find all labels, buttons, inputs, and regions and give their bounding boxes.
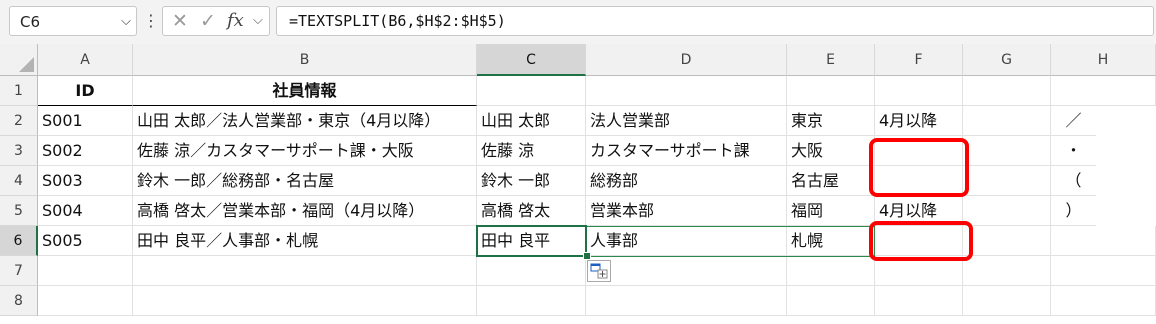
column-header-d[interactable]: D xyxy=(586,44,787,76)
cell-b5[interactable]: 高橋 啓太／営業本部・福岡（4月以降） xyxy=(133,196,477,226)
column-header-e[interactable]: E xyxy=(787,44,875,76)
cell-a2[interactable]: S001 xyxy=(38,106,133,136)
chevron-down-icon[interactable]: ⌵ xyxy=(253,7,263,35)
cell-e4[interactable]: 名古屋 xyxy=(787,166,875,196)
insert-function-button[interactable]: fx xyxy=(227,7,244,35)
active-cell-selection xyxy=(476,225,587,257)
cell-e7[interactable] xyxy=(787,256,875,286)
cell-c7[interactable] xyxy=(477,256,586,286)
cell-a7[interactable] xyxy=(38,256,133,286)
cell-d3[interactable]: カスタマーサポート課 xyxy=(586,136,787,166)
cell-f8[interactable] xyxy=(875,286,963,316)
row-header-2[interactable]: 2 xyxy=(0,106,38,136)
header-cell-info[interactable]: 社員情報 xyxy=(133,76,477,106)
cell-e2[interactable]: 東京 xyxy=(787,106,875,136)
cell-e3[interactable]: 大阪 xyxy=(787,136,875,166)
cell-h5[interactable]: ） xyxy=(1051,196,1096,226)
cell-b8[interactable] xyxy=(133,286,477,316)
red-highlight-box xyxy=(869,138,969,197)
cell-a8[interactable] xyxy=(38,286,133,316)
cell-f2[interactable]: 4月以降 xyxy=(875,106,963,136)
cell-d4[interactable]: 総務部 xyxy=(586,166,787,196)
row-header-7[interactable]: 7 xyxy=(0,256,38,286)
cell-h2[interactable]: ／ xyxy=(1051,106,1096,136)
cell-a6[interactable]: S005 xyxy=(38,226,133,256)
spreadsheet-grid: A B C D E F G H 1 2 3 4 5 6 7 8 ID 社員情報 … xyxy=(0,44,1156,324)
cell-a5[interactable]: S004 xyxy=(38,196,133,226)
cell-d1[interactable] xyxy=(586,76,787,106)
select-all-button[interactable] xyxy=(0,44,38,76)
row-header-1[interactable]: 1 xyxy=(0,76,38,106)
row-header-8[interactable]: 8 xyxy=(0,286,38,316)
formula-controls: ✕ ✓ fx ⌵ xyxy=(162,6,270,36)
cell-e8[interactable] xyxy=(787,286,875,316)
cancel-icon[interactable]: ✕ xyxy=(172,7,188,35)
cell-g6[interactable] xyxy=(963,226,1051,256)
cell-g8[interactable] xyxy=(963,286,1051,316)
cell-d2[interactable]: 法人営業部 xyxy=(586,106,787,136)
row-header-6[interactable]: 6 xyxy=(0,226,38,256)
cell-c8[interactable] xyxy=(477,286,586,316)
cell-h7[interactable] xyxy=(1051,256,1156,286)
cell-c3[interactable]: 佐藤 涼 xyxy=(477,136,586,166)
quick-analysis-icon[interactable] xyxy=(587,260,611,282)
cell-c5[interactable]: 高橋 啓太 xyxy=(477,196,586,226)
row-header-4[interactable]: 4 xyxy=(0,166,38,196)
cell-g1[interactable] xyxy=(963,76,1051,106)
fill-handle[interactable] xyxy=(583,252,591,260)
cell-g3[interactable] xyxy=(963,136,1051,166)
column-header-b[interactable]: B xyxy=(133,44,477,76)
cell-c2[interactable]: 山田 太郎 xyxy=(477,106,586,136)
row-header-5[interactable]: 5 xyxy=(0,196,38,226)
cell-b7[interactable] xyxy=(133,256,477,286)
cell-b3[interactable]: 佐藤 涼／カスタマーサポート課・大阪 xyxy=(133,136,477,166)
cell-b6[interactable]: 田中 良平／人事部・札幌 xyxy=(133,226,477,256)
cell-e5[interactable]: 福岡 xyxy=(787,196,875,226)
cell-c4[interactable]: 鈴木 一郎 xyxy=(477,166,586,196)
cell-d8[interactable] xyxy=(586,286,787,316)
cell-a3[interactable]: S002 xyxy=(38,136,133,166)
cell-b2[interactable]: 山田 太郎／法人営業部・東京（4月以降） xyxy=(133,106,477,136)
red-highlight-box xyxy=(869,221,973,261)
formula-input[interactable]: =TEXTSPLIT(B6,$H$2:$H$5) xyxy=(276,6,1154,36)
cell-g7[interactable] xyxy=(963,256,1051,286)
header-cell-id[interactable]: ID xyxy=(38,76,133,106)
column-header-a[interactable]: A xyxy=(38,44,133,76)
cell-g5[interactable] xyxy=(963,196,1051,226)
cell-h3[interactable]: ・ xyxy=(1051,136,1096,166)
name-box[interactable]: C6 ⌵ xyxy=(9,6,137,36)
cell-g2[interactable] xyxy=(963,106,1051,136)
column-header-g[interactable]: G xyxy=(963,44,1051,76)
row-header-3[interactable]: 3 xyxy=(0,136,38,166)
cell-e1[interactable] xyxy=(787,76,875,106)
column-header-f[interactable]: F xyxy=(875,44,963,76)
cell-d7[interactable] xyxy=(586,256,787,286)
cell-h1[interactable] xyxy=(1051,76,1156,106)
cell-h6[interactable] xyxy=(1051,226,1156,256)
cell-b4[interactable]: 鈴木 一郎／総務部・名古屋 xyxy=(133,166,477,196)
cell-h8[interactable] xyxy=(1051,286,1156,316)
chevron-down-icon[interactable]: ⌵ xyxy=(121,7,131,37)
more-options-icon[interactable]: ⋮ xyxy=(143,8,159,34)
cell-f1[interactable] xyxy=(875,76,963,106)
column-header-c[interactable]: C xyxy=(477,44,586,76)
name-box-value: C6 xyxy=(20,13,41,31)
cell-g4[interactable] xyxy=(963,166,1051,196)
column-header-h[interactable]: H xyxy=(1051,44,1156,76)
cell-h4[interactable]: （ xyxy=(1051,166,1096,196)
cell-a4[interactable]: S003 xyxy=(38,166,133,196)
cell-c1[interactable] xyxy=(477,76,586,106)
confirm-icon[interactable]: ✓ xyxy=(200,7,216,35)
cell-d5[interactable]: 営業本部 xyxy=(586,196,787,226)
formula-bar: C6 ⌵ ⋮ ✕ ✓ fx ⌵ =TEXTSPLIT(B6,$H$2:$H$5) xyxy=(0,0,1156,45)
